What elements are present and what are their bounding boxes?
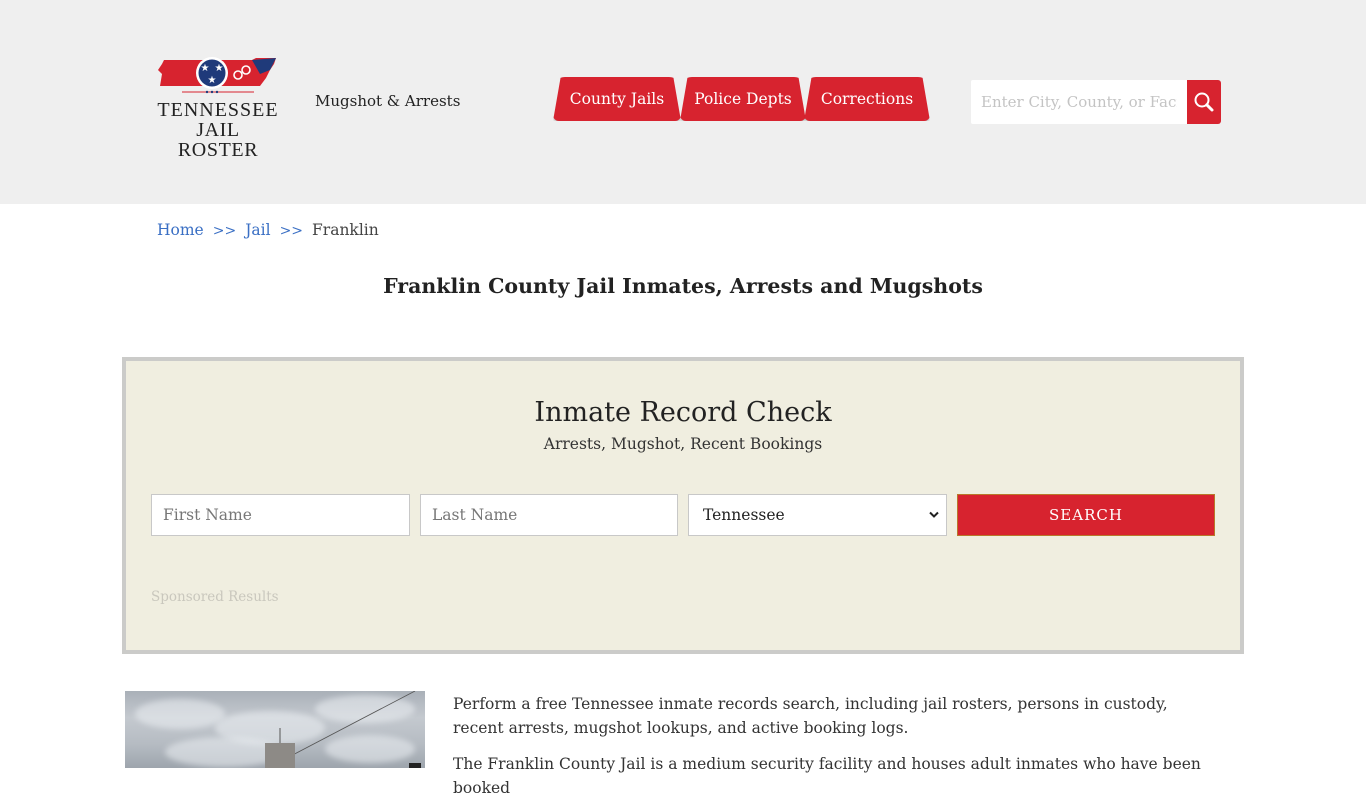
- breadcrumb-home[interactable]: Home: [157, 221, 204, 239]
- facility-search-input[interactable]: [971, 80, 1187, 124]
- intro-paragraph: Perform a free Tennessee inmate records …: [453, 695, 1168, 737]
- jail-photo: [125, 691, 425, 768]
- record-check-title: Inmate Record Check: [534, 397, 832, 428]
- inmate-record-check-panel: Inmate Record Check Arrests, Mugshot, Re…: [122, 357, 1244, 654]
- sponsored-results-label: Sponsored Results: [151, 589, 279, 605]
- svg-text:★: ★: [208, 75, 217, 86]
- last-name-input[interactable]: [420, 494, 678, 536]
- search-icon: [1194, 92, 1214, 112]
- breadcrumb-separator: >>: [212, 223, 237, 239]
- nav-tab-corrections[interactable]: Corrections: [804, 77, 930, 121]
- logo-line-1: TENNESSEE: [157, 99, 279, 121]
- breadcrumb-current: Franklin: [312, 221, 379, 239]
- intro-text: Perform a free Tennessee inmate records …: [453, 692, 1223, 812]
- tennessee-flag-logo-icon: ★ ★ ★: [158, 57, 276, 94]
- state-select[interactable]: Tennessee: [688, 494, 947, 536]
- facility-search-button[interactable]: [1187, 80, 1221, 124]
- first-name-input[interactable]: [151, 494, 410, 536]
- nav-tab-county-jails[interactable]: County Jails: [553, 77, 681, 121]
- svg-text:★: ★: [215, 63, 224, 74]
- breadcrumb-jail[interactable]: Jail: [245, 221, 270, 239]
- page-title: Franklin County Jail Inmates, Arrests an…: [383, 274, 983, 298]
- intro-paragraph: The Franklin County Jail is a medium sec…: [453, 755, 1201, 797]
- breadcrumb: Home >> Jail >> Franklin: [157, 221, 379, 239]
- record-search-button[interactable]: SEARCH: [957, 494, 1215, 536]
- logo-text: TENNESSEE JAIL ROSTER: [154, 100, 282, 160]
- site-header: ★ ★ ★ TENNESSEE JAIL ROSTER Mugshot & Ar…: [0, 0, 1366, 204]
- tower-silhouette-icon: [265, 691, 421, 768]
- nav-tab-police-depts[interactable]: Police Depts: [680, 77, 806, 121]
- breadcrumb-separator: >>: [279, 223, 304, 239]
- facility-search: [971, 80, 1221, 124]
- site-tagline: Mugshot & Arrests: [315, 92, 461, 110]
- logo-line-2: JAIL ROSTER: [177, 119, 259, 161]
- record-check-subtitle: Arrests, Mugshot, Recent Bookings: [543, 435, 823, 453]
- site-logo[interactable]: ★ ★ ★ TENNESSEE JAIL ROSTER: [154, 56, 282, 160]
- svg-text:★: ★: [201, 63, 210, 74]
